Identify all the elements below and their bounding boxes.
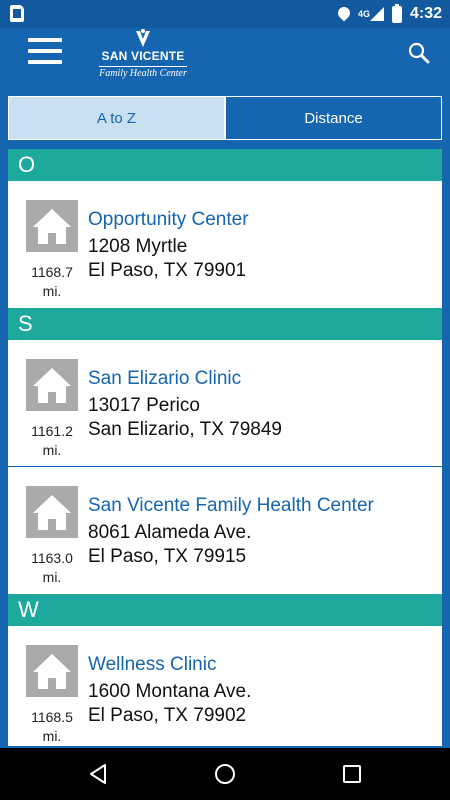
- clock: 4:32: [409, 5, 442, 22]
- tab-a-to-z[interactable]: A to Z: [9, 97, 224, 139]
- distance-value: 1163.0: [31, 550, 73, 566]
- address-line-1: 13017 Perico: [88, 395, 200, 416]
- address-line-2: El Paso, TX 79915: [88, 546, 247, 567]
- recents-icon[interactable]: [340, 762, 364, 786]
- menu-icon[interactable]: [28, 38, 64, 64]
- distance-label: 1163.0 mi.: [18, 549, 86, 587]
- logo-name: SAN VICENTE: [101, 49, 185, 63]
- address-line-1: 1208 Myrtle: [88, 236, 188, 257]
- list-item[interactable]: 1168.5 mi. Wellness Clinic 1600 Montana …: [8, 626, 442, 746]
- list-item[interactable]: 1163.0 mi. San Vicente Family Health Cen…: [8, 467, 442, 594]
- section-header-s: S: [8, 308, 442, 340]
- home-icon[interactable]: [213, 762, 237, 786]
- section-header-w: W: [8, 594, 442, 626]
- house-icon: [26, 486, 78, 538]
- distance-unit: mi.: [42, 442, 62, 458]
- distance-unit: mi.: [42, 283, 62, 299]
- distance-value: 1161.2: [31, 423, 73, 439]
- distance-label: 1168.7 mi.: [18, 263, 86, 301]
- system-nav-bar: [0, 748, 450, 800]
- distance-label: 1168.5 mi.: [18, 708, 86, 746]
- back-icon[interactable]: [86, 762, 110, 786]
- distance-unit: mi.: [42, 728, 62, 744]
- address-line-2: El Paso, TX 79902: [88, 705, 247, 726]
- location-icon: [335, 4, 353, 22]
- distance-value: 1168.5: [31, 709, 73, 725]
- list-item[interactable]: 1161.2 mi. San Elizario Clinic 13017 Per…: [8, 340, 442, 467]
- distance-unit: mi.: [42, 569, 62, 585]
- sim-card-icon: [10, 5, 24, 22]
- address-line-2: El Paso, TX 79901: [88, 260, 247, 281]
- signal-icon: 4G: [357, 7, 384, 21]
- house-icon: [26, 645, 78, 697]
- distance-value: 1168.7: [31, 264, 73, 280]
- location-name[interactable]: Opportunity Center: [88, 209, 249, 231]
- logo-mark-icon: [132, 28, 154, 50]
- sort-tabs: A to Z Distance: [8, 96, 442, 140]
- network-type: 4G: [357, 9, 370, 19]
- battery-icon: [391, 3, 402, 23]
- logo: SAN VICENTE Family Health Center: [88, 28, 198, 84]
- location-name[interactable]: San Elizario Clinic: [88, 368, 241, 390]
- location-list[interactable]: O 1168.7 mi. Opportunity Center 1208 Myr…: [8, 149, 442, 746]
- house-icon: [26, 200, 78, 252]
- tab-distance[interactable]: Distance: [224, 97, 441, 139]
- logo-subtitle: Family Health Center: [99, 66, 187, 79]
- status-bar: 4G 4:32: [0, 0, 450, 28]
- location-name[interactable]: San Vicente Family Health Center: [88, 495, 374, 517]
- app-header: SAN VICENTE Family Health Center: [0, 28, 450, 88]
- location-name[interactable]: Wellness Clinic: [88, 654, 216, 676]
- house-icon: [26, 359, 78, 411]
- distance-label: 1161.2 mi.: [18, 422, 86, 460]
- list-item[interactable]: 1168.7 mi. Opportunity Center 1208 Myrtl…: [8, 181, 442, 308]
- address-line-2: San Elizario, TX 79849: [88, 419, 282, 440]
- address-line-1: 8061 Alameda Ave.: [88, 522, 252, 543]
- search-icon[interactable]: [408, 42, 430, 64]
- address-line-1: 1600 Montana Ave.: [88, 681, 252, 702]
- section-header-o: O: [8, 149, 442, 181]
